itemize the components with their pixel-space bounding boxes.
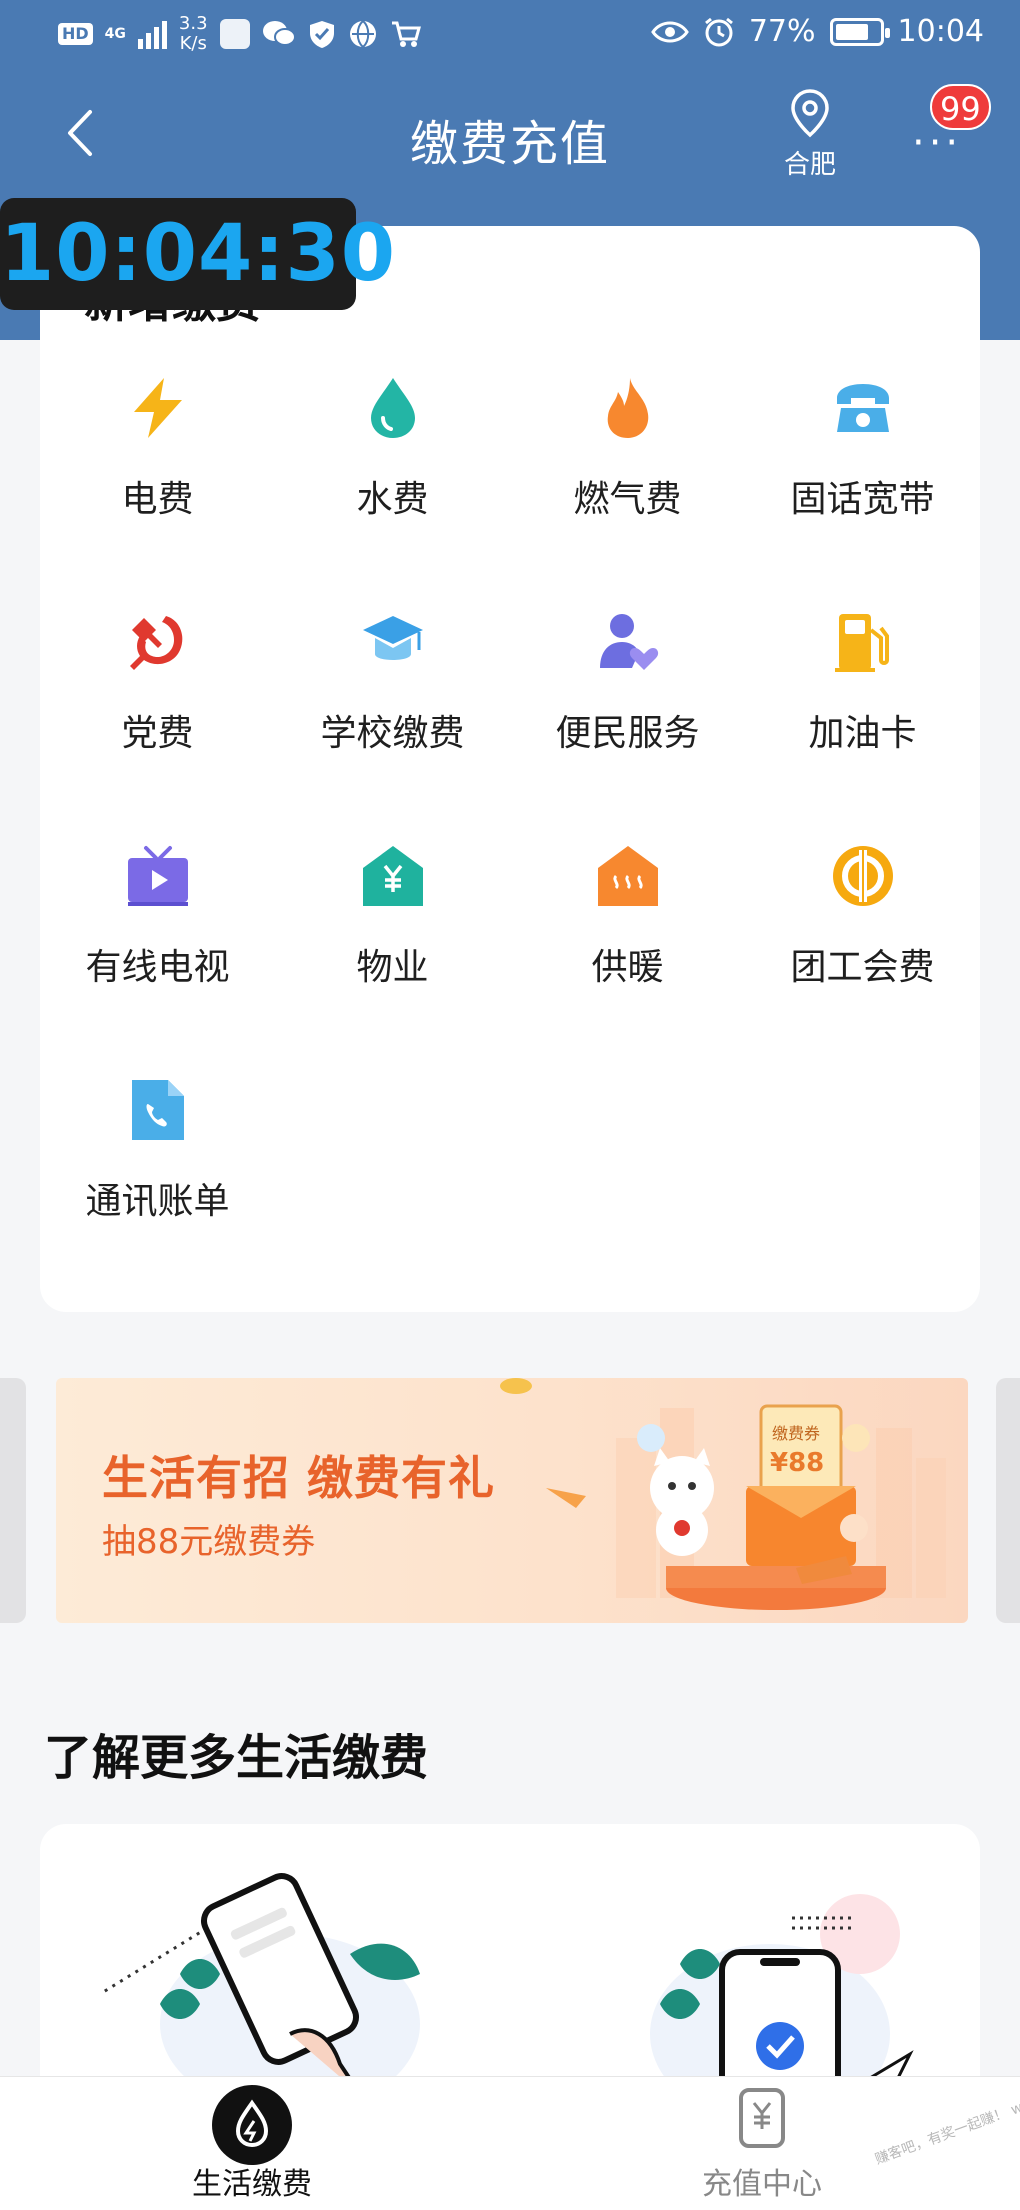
service-label: 供暖 [591,947,664,988]
life-payment-tab-icon [212,2085,292,2165]
alarm-icon [704,17,733,46]
service-fuel-card[interactable]: 加油卡 [745,610,980,844]
banner-ticket-text: ¥88 [770,1448,825,1478]
status-bar: HD 4G 3.3 K/s 77% 10:04 [0,0,1020,72]
app-notification-icon [219,19,250,49]
shield-icon [309,21,334,48]
service-label: 通讯账单 [85,1181,230,1222]
house-yen-icon [363,846,423,906]
cart-icon [391,21,421,47]
phone-bill-icon [132,1080,184,1140]
fuel-pump-icon [835,614,889,672]
browser-icon [349,20,376,48]
service-label: 加油卡 [808,713,917,754]
battery-percent: 77% [748,14,816,49]
service-label: 学校缴费 [320,713,465,754]
service-landline-broadband[interactable]: 固话宽带 [745,376,980,610]
service-label: 团工会费 [790,947,935,988]
signal-icon [137,19,167,49]
status-right: 77% 10:04 [651,14,984,49]
service-party-fee[interactable]: 党费 [40,610,275,844]
recharge-tab-icon [739,2088,785,2148]
service-label: 便民服务 [555,713,700,754]
person-heart-icon [600,614,659,670]
promo-banner[interactable]: 生活有招 缴费有礼 抽88元缴费券 缴费券 ¥88 [56,1378,968,1623]
eye-icon [651,21,689,42]
heating-house-icon [598,846,658,906]
banner-subtitle: 抽88元缴费券 [102,1522,316,1562]
service-union-fee[interactable]: 团工会费 [745,844,980,1078]
hammer-sickle-icon [130,616,183,670]
service-school[interactable]: 学校缴费 [275,610,510,844]
status-time: 10:04 [897,14,984,49]
network-gen-indicator: 4G [104,26,126,42]
graduation-cap-icon [363,616,423,660]
carousel-next-peek [996,1378,1020,1623]
tab-label: 生活缴费 [192,2167,312,2202]
service-label: 水费 [356,479,429,520]
service-label: 燃气费 [573,479,682,520]
union-badge-icon [833,846,893,906]
hd-indicator: HD [58,23,93,45]
service-label: 电费 [121,479,194,520]
status-left: HD 4G 3.3 K/s [58,14,422,54]
service-cable-tv[interactable]: 有线电视 [40,844,275,1078]
banner-title: 生活有招 缴费有礼 [102,1451,496,1505]
flame-icon [607,378,649,438]
service-heating[interactable]: 供暖 [510,844,745,1078]
speed-unit: K/s [179,33,207,54]
service-gas[interactable]: 燃气费 [510,376,745,610]
tab-recharge-center[interactable]: 充值中心 [662,2077,862,2210]
service-label: 党费 [121,713,194,754]
tv-icon [128,846,188,906]
page-title: 缴费充值 [409,116,610,172]
section-title: 了解更多生活缴费 [44,1730,429,1786]
network-speed: 3.3 K/s [179,14,208,54]
tab-life-payment[interactable]: 生活缴费 [152,2077,352,2210]
clock-overlay: 10:04:30 [0,198,395,310]
service-convenience[interactable]: 便民服务 [510,610,745,844]
location-pin-icon [791,89,829,138]
service-water[interactable]: 水费 [275,376,510,610]
carousel-prev-peek [0,1378,26,1623]
location-city: 合肥 [783,150,836,180]
battery-icon [829,17,890,46]
service-telecom-bill[interactable]: 通讯账单 [40,1078,275,1312]
wechat-icon [262,21,296,46]
speed-value: 3.3 [178,13,208,34]
telephone-icon [837,384,889,432]
lightning-icon [134,378,182,438]
tab-label: 充值中心 [702,2167,822,2202]
bottom-tab-bar: 生活缴费 充值中心 [0,2076,1020,2210]
notification-badge: 99 [930,84,991,130]
location-button[interactable]: 合肥 [780,88,840,181]
service-label: 物业 [356,947,429,988]
water-drop-icon [371,378,415,438]
service-card: 新增缴费 电费 水费 燃气费 [40,226,980,1312]
battery-level-fill [835,23,868,40]
banner-sign-text: 缴费券 [772,1424,821,1443]
service-label: 有线电视 [85,947,230,988]
service-electricity[interactable]: 电费 [40,376,275,610]
service-property[interactable]: 物业 [275,844,510,1078]
service-label: 固话宽带 [790,479,935,520]
